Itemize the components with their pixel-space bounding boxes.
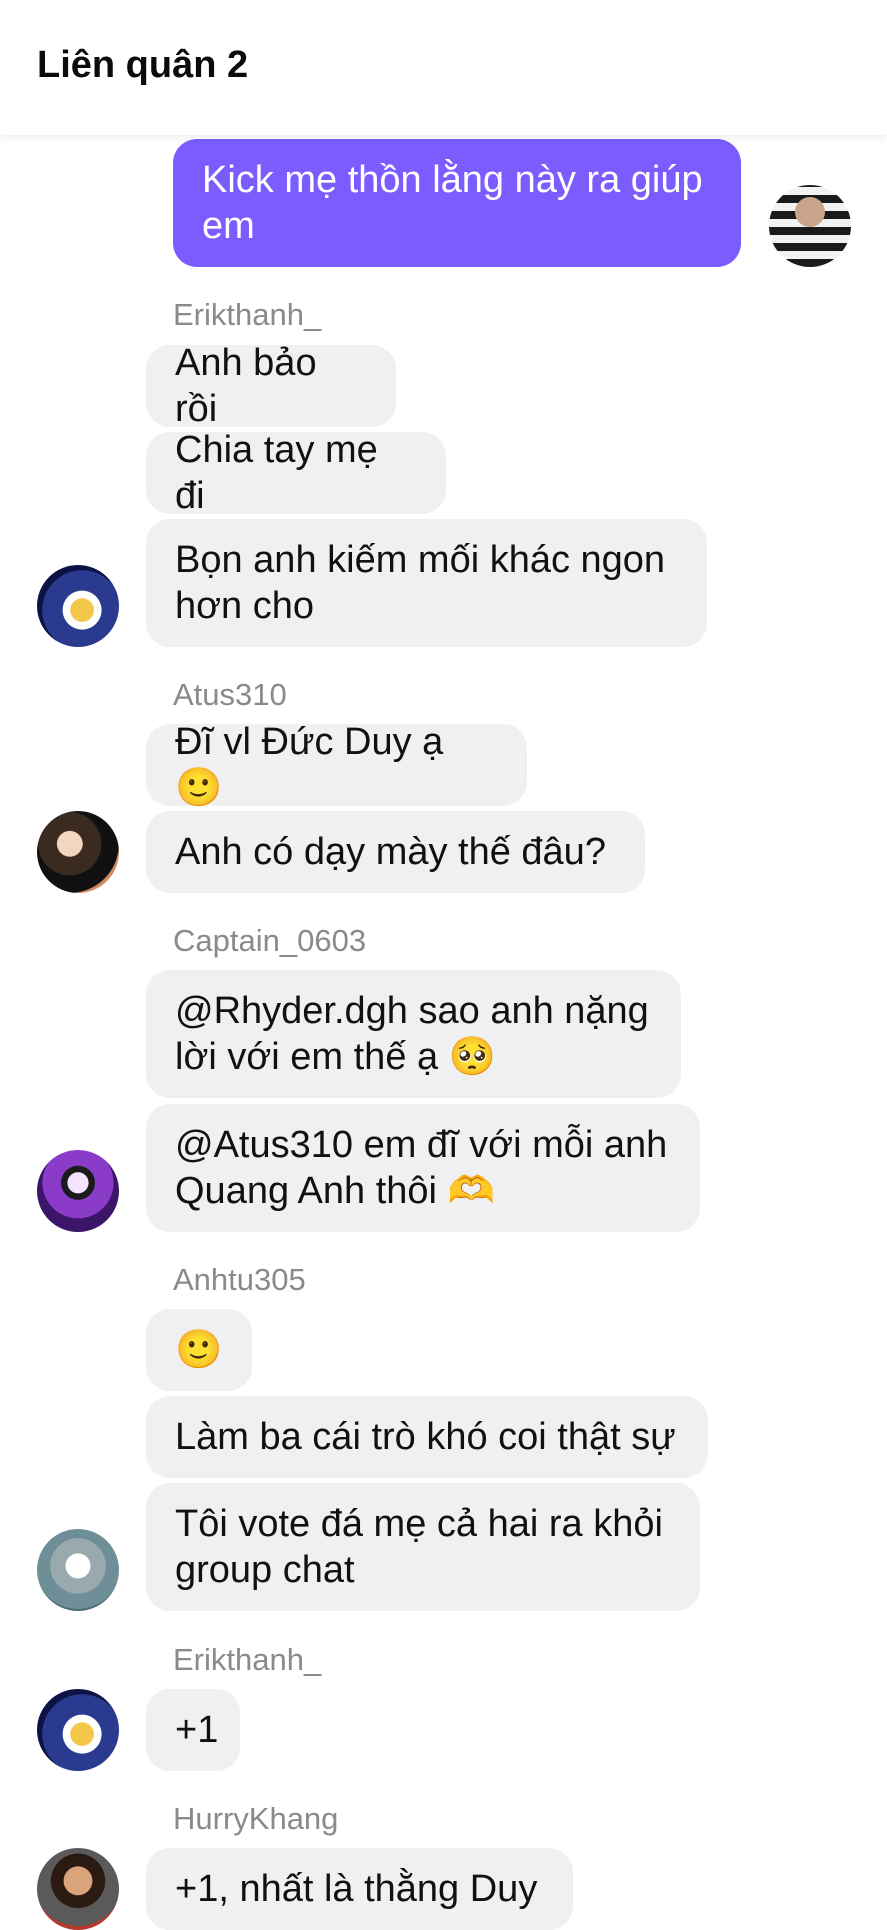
sender-name: Anhtu305	[173, 1262, 306, 1297]
incoming-message[interactable]: Làm ba cái trò khó coi thật sự	[146, 1396, 708, 1478]
sender-name: Captain_0603	[173, 923, 367, 958]
message-text: Anh bảo rồi	[175, 342, 317, 430]
avatar-erikthanh[interactable]	[37, 1689, 119, 1771]
message-text: Đĩ vl Đức Duy ạ 🙂	[175, 721, 444, 809]
chat-header: Liên quân 2	[0, 0, 887, 135]
message-text: Kick mẹ thồn lằng này ra giúp em	[202, 159, 703, 247]
message-text: @Rhyder.dgh sao anh nặng lời với em thế …	[175, 990, 649, 1078]
message-text: @Atus310 em đĩ với mỗi anh Quang Anh thô…	[175, 1124, 668, 1212]
incoming-message[interactable]: +1, nhất là thằng Duy	[146, 1848, 573, 1930]
outgoing-message[interactable]: Kick mẹ thồn lằng này ra giúp em	[173, 139, 741, 267]
message-text: Bọn anh kiếm mối khác ngon hơn cho	[175, 539, 666, 627]
incoming-message[interactable]: Đĩ vl Đức Duy ạ 🙂	[146, 721, 527, 809]
message-text: Tôi vote đá mẹ cả hai ra khỏi group chat	[175, 1503, 663, 1591]
avatar-captain0603[interactable]	[37, 1150, 119, 1232]
incoming-message[interactable]: +1	[146, 1689, 240, 1771]
incoming-message[interactable]: Anh có dạy mày thế đâu?	[146, 811, 645, 893]
message-text: +1	[175, 1709, 219, 1751]
sender-name: HurryKhang	[173, 1801, 339, 1836]
message-text: 🙂	[175, 1329, 223, 1371]
incoming-message[interactable]: Chia tay mẹ đi	[146, 429, 446, 517]
incoming-message[interactable]: Anh bảo rồi	[146, 342, 396, 430]
sender-name: Erikthanh_	[173, 297, 322, 332]
avatar-atus310[interactable]	[37, 811, 119, 893]
avatar-hurrykhang[interactable]	[37, 1848, 119, 1930]
sender-name: Erikthanh_	[173, 1642, 322, 1677]
incoming-message[interactable]: @Atus310 em đĩ với mỗi anh Quang Anh thô…	[146, 1104, 700, 1232]
incoming-message[interactable]: Tôi vote đá mẹ cả hai ra khỏi group chat	[146, 1483, 700, 1611]
incoming-message[interactable]: 🙂	[146, 1309, 252, 1391]
message-text: Anh có dạy mày thế đâu?	[175, 831, 606, 873]
message-text: Chia tay mẹ đi	[175, 429, 378, 517]
incoming-message[interactable]: Bọn anh kiếm mối khác ngon hơn cho	[146, 519, 707, 647]
message-text: Làm ba cái trò khó coi thật sự	[175, 1416, 676, 1458]
avatar-erikthanh[interactable]	[37, 565, 119, 647]
avatar-anhtu305[interactable]	[37, 1529, 119, 1611]
incoming-message[interactable]: @Rhyder.dgh sao anh nặng lời với em thế …	[146, 970, 681, 1098]
chat-title[interactable]: Liên quân 2	[37, 44, 248, 87]
sender-name: Atus310	[173, 677, 287, 712]
avatar-self[interactable]	[769, 185, 851, 267]
message-text: +1, nhất là thằng Duy	[175, 1868, 538, 1910]
